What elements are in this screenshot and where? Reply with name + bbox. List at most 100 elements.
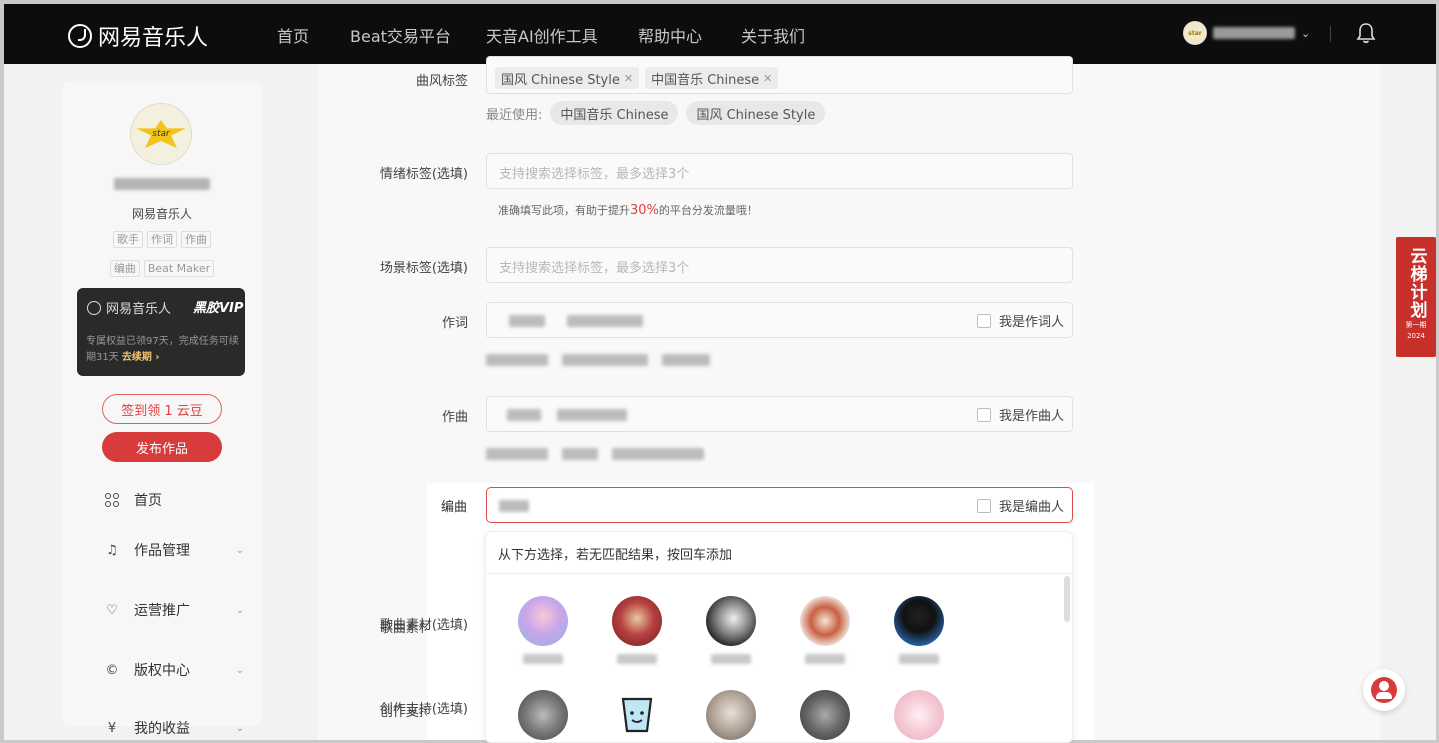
role-tag: Beat Maker	[143, 260, 215, 277]
top-navigation: 网易音乐人 首页 Beat交易平台 天音AI创作工具 帮助中心 关于我们 sta…	[4, 4, 1436, 64]
artist-option[interactable]	[879, 596, 959, 664]
composer-label: 作曲	[441, 410, 468, 425]
customer-service-button[interactable]	[1363, 669, 1405, 711]
blurred-value	[557, 409, 627, 421]
checkbox-icon[interactable]	[976, 313, 991, 328]
brand-name: 网易音乐人	[98, 26, 209, 51]
profile-avatar[interactable]: star	[130, 103, 192, 165]
style-tags-label: 曲风标签	[415, 74, 468, 89]
arranger-input[interactable]: 我是编曲人	[486, 487, 1073, 523]
star-logo: star	[136, 120, 186, 148]
music-file-icon: ♫	[106, 542, 118, 558]
chevron-down-icon: ⌄	[235, 664, 244, 676]
close-icon[interactable]: ✕	[624, 72, 633, 85]
sidebar-item-works[interactable]: ♫ 作品管理 ⌄	[104, 540, 254, 560]
chevron-down-icon: ⌄	[235, 604, 244, 616]
renew-link[interactable]: 去续期 ›	[122, 352, 160, 363]
artist-option[interactable]	[597, 690, 677, 740]
nav-item-ai-tools[interactable]: 天音AI创作工具	[486, 23, 598, 47]
user-menu[interactable]: star ⌄	[1183, 21, 1310, 45]
income-icon: ¥	[107, 720, 117, 736]
profile-name-blurred	[114, 178, 210, 190]
scene-tags-input[interactable]: 支持搜索选择标签，最多选择3个	[486, 247, 1073, 283]
lyricist-suggestions	[486, 354, 710, 366]
checkin-button[interactable]: 签到领 1 云豆	[102, 394, 222, 424]
composer-self-checkbox[interactable]: 我是作曲人	[976, 405, 1064, 424]
arranger-dropdown: 从下方选择，若无匹配结果，按回车添加	[485, 531, 1073, 743]
vip-description: 专属权益已领97天，完成任务可续期31天 去续期 ›	[86, 336, 239, 363]
recent-tag[interactable]: 中国音乐 Chinese	[550, 101, 679, 125]
close-icon[interactable]: ✕	[763, 72, 772, 85]
avatar: star	[1183, 21, 1207, 45]
artist-avatar	[800, 596, 850, 646]
suggestion-chip[interactable]	[662, 354, 710, 366]
artist-option[interactable]	[785, 690, 865, 740]
suggestion-chip[interactable]	[562, 354, 648, 366]
sidebar-item-promotion[interactable]: ♡ 运营推广 ⌄	[104, 600, 254, 620]
suggestion-chip[interactable]	[486, 354, 548, 366]
role-tags-row: 歌手 作词 作曲	[62, 231, 262, 248]
mood-tags-label: 情绪标签(选填)	[379, 167, 468, 182]
sidebar-item-income[interactable]: ¥ 我的收益 ⌄	[104, 718, 254, 738]
role-tag: 作曲	[181, 231, 211, 248]
chevron-down-icon: ⌄	[235, 722, 244, 734]
role-tags-row: 编曲 Beat Maker	[62, 260, 262, 277]
artist-name-blurred	[711, 654, 751, 664]
nav-item-beat-market[interactable]: Beat交易平台	[350, 23, 451, 47]
nav-item-home[interactable]: 首页	[277, 23, 309, 47]
composer-suggestions	[486, 448, 704, 460]
blurred-value	[567, 315, 643, 327]
artist-name-blurred	[523, 654, 563, 664]
artist-name-blurred	[617, 654, 657, 664]
vip-badge: 黑胶VIP	[193, 301, 244, 316]
artist-option[interactable]	[503, 596, 583, 664]
nav-item-help[interactable]: 帮助中心	[638, 23, 702, 47]
artist-name-blurred	[899, 654, 939, 664]
publish-button[interactable]: 发布作品	[102, 432, 222, 462]
copyright-icon: ©	[105, 662, 119, 678]
cup-icon	[621, 697, 653, 733]
recent-label: 最近使用:	[486, 107, 543, 123]
scrollbar[interactable]	[1064, 576, 1070, 622]
dropdown-hint: 从下方选择，若无匹配结果，按回车添加	[486, 532, 1072, 574]
yunti-plan-banner[interactable]: 云梯计划 第一期 2024	[1396, 237, 1436, 357]
artist-option[interactable]	[597, 596, 677, 664]
artist-option[interactable]	[691, 596, 771, 664]
support-label-overlay: 创作支持(选填)	[379, 702, 468, 717]
suggestion-chip[interactable]	[562, 448, 598, 460]
mood-placeholder: 支持搜索选择标签，最多选择3个	[499, 167, 690, 182]
material-label-overlay: 歌曲素材(选填)	[379, 618, 468, 633]
brand-logo[interactable]: 网易音乐人	[68, 20, 208, 52]
vip-card[interactable]: 网易音乐人 黑胶VIP 专属权益已领97天，完成任务可续期31天 去续期 ›	[77, 288, 245, 376]
recent-tag[interactable]: 国风 Chinese Style	[686, 101, 826, 125]
arranger-self-checkbox[interactable]: 我是编曲人	[976, 496, 1064, 515]
nav-item-about[interactable]: 关于我们	[741, 23, 805, 47]
mood-tags-input[interactable]: 支持搜索选择标签，最多选择3个	[486, 153, 1073, 189]
artist-option[interactable]	[879, 690, 959, 740]
checkbox-icon[interactable]	[976, 407, 991, 422]
artist-option[interactable]	[503, 690, 583, 740]
bell-icon[interactable]	[1356, 22, 1376, 44]
grid-icon	[104, 492, 120, 508]
role-tag: 作词	[147, 231, 177, 248]
lyricist-input[interactable]: 我是作词人	[486, 302, 1073, 338]
sidebar-item-home[interactable]: 首页	[104, 490, 254, 510]
suggestion-chip[interactable]	[486, 448, 548, 460]
style-tags-input[interactable]: 国风 Chinese Style ✕ 中国音乐 Chinese ✕	[486, 56, 1073, 94]
lyricist-label: 作词	[441, 316, 468, 331]
artist-option[interactable]	[691, 690, 771, 740]
blurred-value	[499, 500, 529, 512]
blurred-value	[509, 315, 545, 327]
artist-avatar	[894, 690, 944, 740]
promote-icon: ♡	[106, 602, 118, 618]
suggestion-chip[interactable]	[612, 448, 704, 460]
lyricist-self-checkbox[interactable]: 我是作词人	[976, 311, 1064, 330]
artist-option[interactable]	[785, 596, 865, 664]
composer-input[interactable]: 我是作曲人	[486, 396, 1073, 432]
artist-avatar	[800, 690, 850, 740]
recent-tags-row: 最近使用: 中国音乐 Chinese 国风 Chinese Style	[486, 101, 826, 125]
artist-avatar	[612, 596, 662, 646]
checkbox-icon[interactable]	[976, 498, 991, 513]
scene-tags-label: 场景标签(选填)	[379, 261, 468, 276]
sidebar-item-copyright[interactable]: © 版权中心 ⌄	[104, 660, 254, 680]
